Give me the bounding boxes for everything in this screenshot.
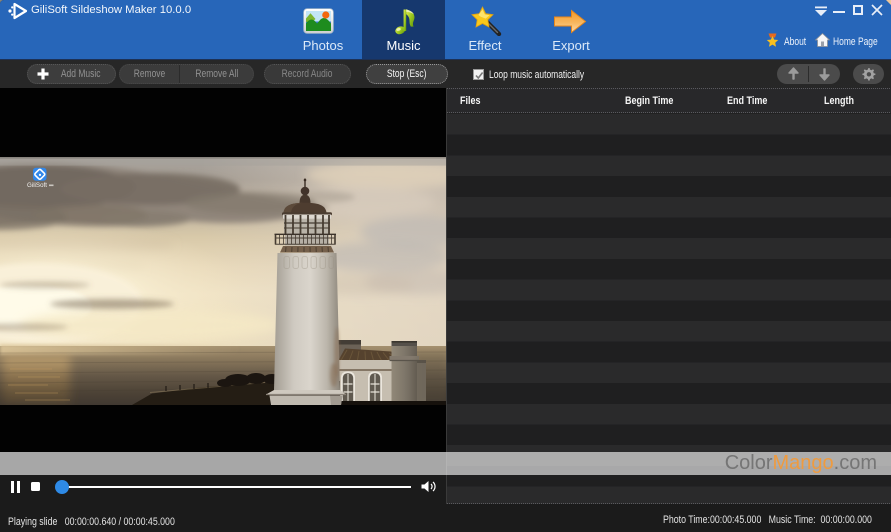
svg-text:GiliSoft: GiliSoft xyxy=(27,182,47,189)
